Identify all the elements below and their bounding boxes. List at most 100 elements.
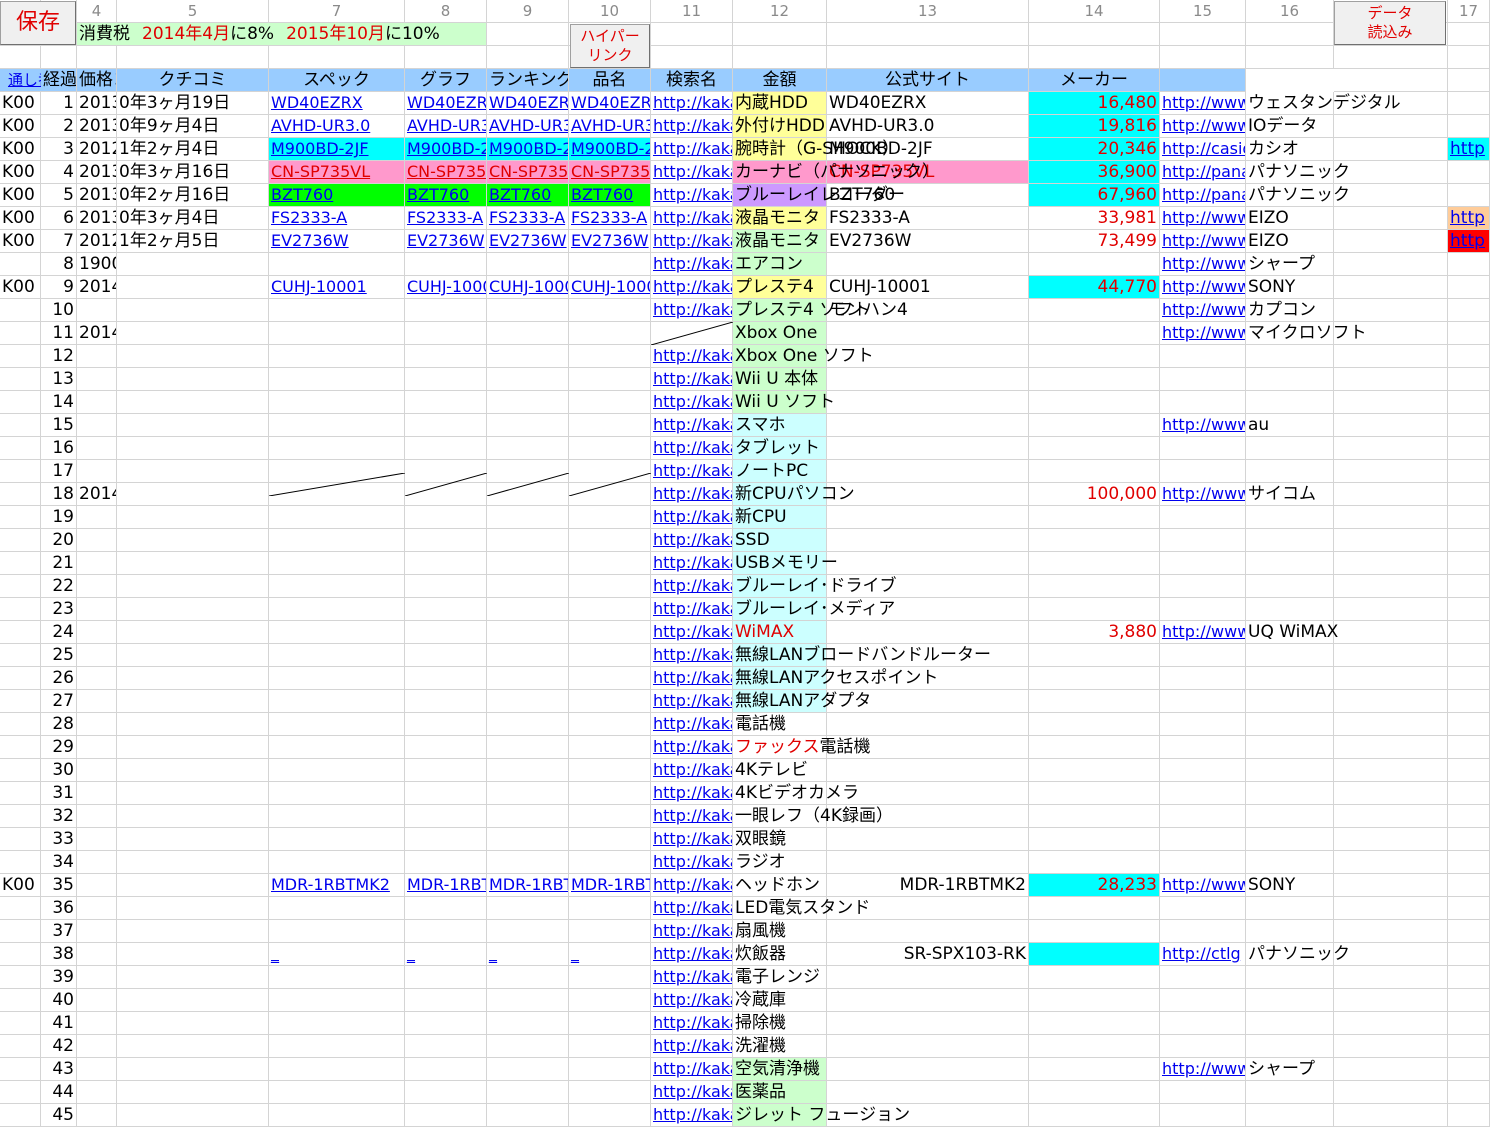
ranking-link[interactable]: http://kakaku xyxy=(651,667,733,690)
spec-link[interactable]: FS2333-A xyxy=(487,207,569,230)
kakaku-link[interactable]: MDR-1RBTMK2 xyxy=(269,874,405,897)
ranking-link[interactable]: http://kakaku xyxy=(651,989,733,1012)
spec-link[interactable]: _ xyxy=(487,943,569,966)
kakaku-link[interactable]: M900BD-2JF xyxy=(269,138,405,161)
kakaku-link[interactable]: CUHJ-10001 xyxy=(269,276,405,299)
ranking-link[interactable]: http://kakaku xyxy=(651,207,733,230)
extra-link[interactable]: http xyxy=(1448,138,1490,161)
ranking-link[interactable]: http://kakaku xyxy=(651,644,733,667)
ranking-link[interactable]: http://kakaku xyxy=(651,184,733,207)
ranking-link[interactable]: http://kakaku xyxy=(651,782,733,805)
ranking-link[interactable]: http://kakaku xyxy=(651,138,733,161)
ranking-link[interactable]: http://kakaku xyxy=(651,414,733,437)
ranking-link[interactable]: http://kakaku xyxy=(651,759,733,782)
ranking-link[interactable]: http://kakaku xyxy=(651,828,733,851)
ranking-link[interactable]: http://kakaku xyxy=(651,805,733,828)
spec-link[interactable]: BZT760 xyxy=(487,184,569,207)
ranking-link[interactable]: http://kakaku xyxy=(651,897,733,920)
ranking-link[interactable]: http://kakaku xyxy=(651,483,733,506)
ranking-link[interactable]: http://kakaku xyxy=(651,1035,733,1058)
ranking-link[interactable]: http://kakaku xyxy=(651,92,733,115)
ranking-link[interactable]: http://kakaku xyxy=(651,345,733,368)
graph-link[interactable]: _ xyxy=(569,943,651,966)
graph-link[interactable]: M900BD-2JF xyxy=(569,138,651,161)
spec-link[interactable]: CUHJ-10001 xyxy=(487,276,569,299)
spec-link[interactable]: MDR-1RBTMK2 xyxy=(487,874,569,897)
ranking-link[interactable]: http://kakaku xyxy=(651,943,733,966)
official-site-link[interactable]: http://www xyxy=(1160,1058,1246,1081)
spec-link[interactable]: WD40EZRX xyxy=(487,92,569,115)
ranking-link[interactable]: http://kakaku xyxy=(651,1104,733,1127)
extra-link[interactable]: http xyxy=(1448,207,1490,230)
kuchikomi-link[interactable]: AVHD-UR3.0 xyxy=(405,115,487,138)
official-site-link[interactable]: http://www xyxy=(1160,621,1246,644)
graph-link[interactable]: EV2736W xyxy=(569,230,651,253)
official-site-link[interactable]: http://pana xyxy=(1160,161,1246,184)
ranking-link[interactable]: http://kakaku xyxy=(651,368,733,391)
ranking-link[interactable]: http://kakaku xyxy=(651,299,733,322)
save-button[interactable]: 保存 xyxy=(0,1,76,45)
kuchikomi-link[interactable]: EV2736W xyxy=(405,230,487,253)
ranking-link[interactable]: http://kakaku xyxy=(651,713,733,736)
kakaku-link[interactable]: BZT760 xyxy=(269,184,405,207)
kuchikomi-link[interactable]: WD40EZRX xyxy=(405,92,487,115)
ranking-link[interactable]: http://kakaku xyxy=(651,506,733,529)
ranking-link[interactable]: http://kakaku xyxy=(651,552,733,575)
ranking-link[interactable]: http://kakaku xyxy=(651,598,733,621)
kuchikomi-link[interactable]: BZT760 xyxy=(405,184,487,207)
graph-link[interactable]: CN-SP735VL xyxy=(569,161,651,184)
ranking-link[interactable]: http://kakaku xyxy=(651,437,733,460)
graph-link[interactable]: BZT760 xyxy=(569,184,651,207)
ranking-link[interactable]: http://kakaku xyxy=(651,460,733,483)
ranking-link[interactable]: http://kakaku xyxy=(651,920,733,943)
kuchikomi-link[interactable]: _ xyxy=(405,943,487,966)
kakaku-link[interactable]: CN-SP735VL xyxy=(269,161,405,184)
extra-link[interactable]: http xyxy=(1448,230,1490,253)
spec-link[interactable]: M900BD-2JF xyxy=(487,138,569,161)
ranking-link[interactable]: http://kakaku xyxy=(651,1012,733,1035)
official-site-link[interactable]: http://ctlg xyxy=(1160,943,1246,966)
graph-link[interactable]: CUHJ-10001 xyxy=(569,276,651,299)
official-site-link[interactable]: http://www xyxy=(1160,483,1246,506)
official-site-link[interactable]: http://casio xyxy=(1160,138,1246,161)
ranking-link[interactable]: http://kakaku xyxy=(651,621,733,644)
ranking-link[interactable]: http://kakaku xyxy=(651,874,733,897)
official-site-link[interactable]: http://www xyxy=(1160,874,1246,897)
official-site-link[interactable]: http://www xyxy=(1160,322,1246,345)
graph-link[interactable]: AVHD-UR3.0 xyxy=(569,115,651,138)
kakaku-link[interactable]: WD40EZRX xyxy=(269,92,405,115)
kakaku-link[interactable]: AVHD-UR3.0 xyxy=(269,115,405,138)
ranking-link[interactable]: http://kakaku xyxy=(651,230,733,253)
ranking-link[interactable]: http://kakaku xyxy=(651,690,733,713)
kuchikomi-link[interactable]: MDR-1RBTMK2 xyxy=(405,874,487,897)
graph-link[interactable]: FS2333-A xyxy=(569,207,651,230)
official-site-link[interactable]: http://pana xyxy=(1160,184,1246,207)
data-load-button[interactable]: データ 読込み xyxy=(1334,1,1446,45)
graph-link[interactable]: WD40EZRX xyxy=(569,92,651,115)
kuchikomi-link[interactable]: CN-SP735VL xyxy=(405,161,487,184)
ranking-link[interactable]: http://kakaku xyxy=(651,1058,733,1081)
ranking-link[interactable]: http://kakaku xyxy=(651,391,733,414)
ranking-link[interactable]: http://kakaku xyxy=(651,851,733,874)
hyperlink-button[interactable]: ハイパー リンク xyxy=(570,24,650,68)
official-site-link[interactable]: http://www xyxy=(1160,414,1246,437)
spec-link[interactable]: AVHD-UR3.0 xyxy=(487,115,569,138)
official-site-link[interactable]: http://www xyxy=(1160,230,1246,253)
kakaku-link[interactable]: _ xyxy=(269,943,405,966)
spec-link[interactable]: EV2736W xyxy=(487,230,569,253)
ranking-link[interactable]: http://kakaku xyxy=(651,736,733,759)
ranking-link[interactable]: http://kakaku xyxy=(651,1081,733,1104)
official-site-link[interactable]: http://www xyxy=(1160,207,1246,230)
ranking-link[interactable]: http://kakaku xyxy=(651,115,733,138)
ranking-link[interactable]: http://kakaku xyxy=(651,966,733,989)
kuchikomi-link[interactable]: CUHJ-10001 xyxy=(405,276,487,299)
official-site-link[interactable]: http://www xyxy=(1160,115,1246,138)
ranking-link[interactable]: http://kakaku xyxy=(651,161,733,184)
ranking-link[interactable]: http://kakaku xyxy=(651,529,733,552)
official-site-link[interactable]: http://www xyxy=(1160,253,1246,276)
official-site-link[interactable]: http://www xyxy=(1160,92,1246,115)
kuchikomi-link[interactable]: M900BD-2JF xyxy=(405,138,487,161)
kakaku-link[interactable]: FS2333-A xyxy=(269,207,405,230)
kakaku-link[interactable]: EV2736W xyxy=(269,230,405,253)
ranking-link[interactable]: http://kakaku xyxy=(651,575,733,598)
